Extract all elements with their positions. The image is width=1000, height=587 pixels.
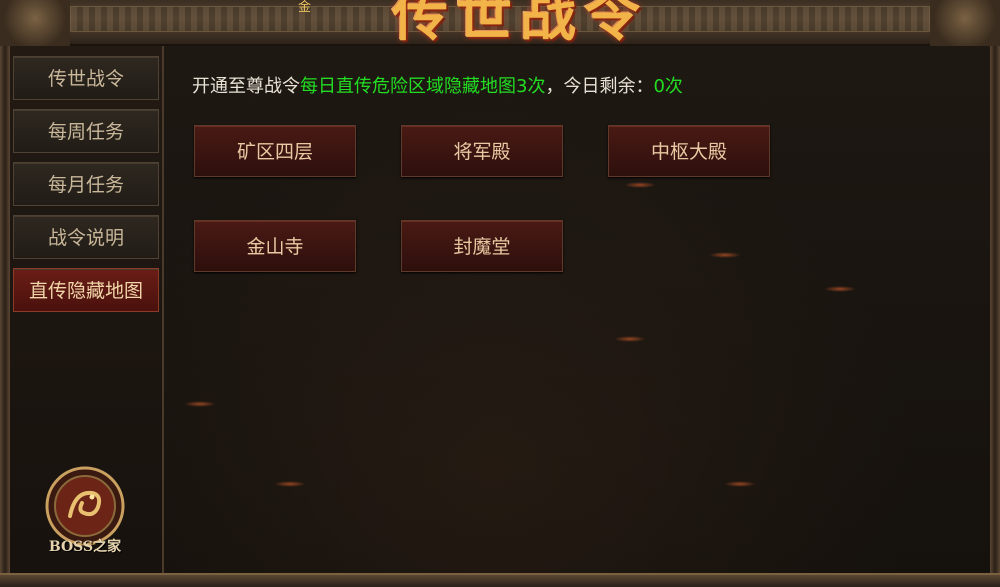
ember-decoration (614, 336, 646, 342)
ember-decoration (709, 252, 741, 258)
ember-decoration (624, 182, 656, 188)
info-remaining: 0次 (653, 76, 683, 97)
frame-bottom-border (0, 573, 1000, 587)
map-button-central-palace[interactable]: 中枢大殿 (608, 125, 770, 177)
info-highlight: 每日直传危险区域隐藏地图3次 (300, 76, 546, 97)
main-panel: 开通至尊战令每日直传危险区域隐藏地图3次，今日剩余：0次 矿区四层 将军殿 中枢… (164, 46, 990, 575)
frame-right-border (990, 46, 1000, 576)
logo-text: BOSS之家 (48, 539, 122, 555)
ember-decoration (184, 401, 216, 407)
map-button-jinshan-temple[interactable]: 金山寺 (194, 220, 356, 272)
frame-left-border (0, 46, 10, 576)
info-mid: ，今日剩余： (545, 76, 654, 97)
map-button-demon-hall[interactable]: 封魔堂 (401, 220, 563, 272)
header-tag: 金 (298, 0, 312, 15)
ember-decoration (274, 481, 306, 487)
map-button-mine-level-4[interactable]: 矿区四层 (194, 125, 356, 177)
ember-decoration (724, 481, 756, 487)
sidebar-item-battle-pass[interactable]: 传世战令 (13, 56, 159, 100)
corner-ornament-left (0, 0, 70, 46)
sidebar-item-hidden-maps[interactable]: 直传隐藏地图 (13, 268, 159, 312)
map-button-general-hall[interactable]: 将军殿 (401, 125, 563, 177)
sidebar-item-monthly-tasks[interactable]: 每月任务 (13, 162, 159, 206)
page-title: 传世战令 (392, 0, 648, 49)
ember-decoration (824, 286, 856, 292)
info-prefix: 开通至尊战令 (192, 76, 300, 97)
info-line: 开通至尊战令每日直传危险区域隐藏地图3次，今日剩余：0次 (192, 72, 683, 98)
corner-ornament-right (930, 0, 1000, 46)
sidebar-item-pass-info[interactable]: 战令说明 (13, 215, 159, 259)
sidebar-item-weekly-tasks[interactable]: 每周任务 (13, 109, 159, 153)
sidebar: 传世战令 每周任务 每月任务 战令说明 直传隐藏地图 BOSS之家 (10, 46, 164, 575)
